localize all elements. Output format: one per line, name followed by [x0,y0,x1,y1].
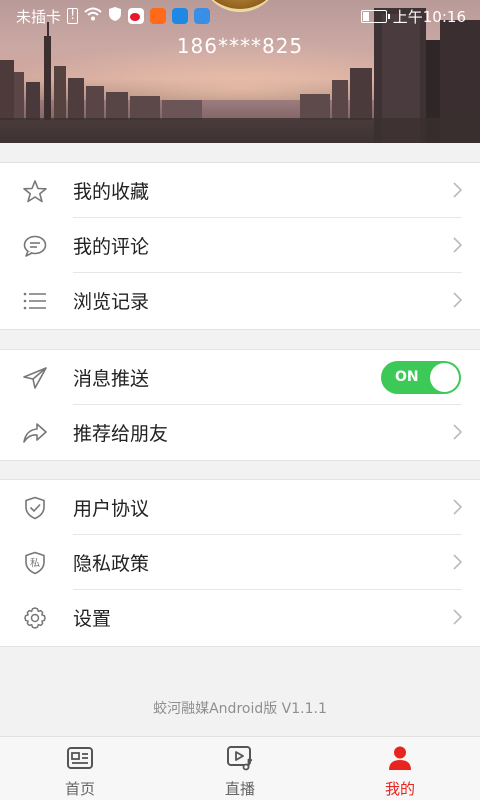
menu-group-notifications: 消息推送 ON 推荐给朋友 [0,349,480,461]
gear-icon [24,607,46,629]
privacy-icon-text: 私 [30,558,40,570]
tab-home[interactable]: 首页 [0,737,160,800]
shield-check-icon [25,496,45,520]
list-icon [23,292,46,310]
cloud-app-icon [194,8,211,24]
toggle-state-text: ON [395,369,419,385]
app-version: 蛟河融媒Android版 V1.1.1 [153,701,327,717]
tab-label: 首页 [64,780,95,798]
app-notification-icon [150,8,167,24]
menu-item-comments[interactable]: 我的评论 [0,218,480,273]
menu-item-label: 我的评论 [73,236,150,258]
menu-item-favorites[interactable]: 我的收藏 [0,163,480,218]
chevron-right-icon [453,424,462,440]
chevron-right-icon [453,237,462,253]
person-icon [389,746,411,770]
menu-group-personal: 我的收藏 我的评论 浏览记录 [0,162,480,330]
chevron-right-icon [453,554,462,570]
shield-status-icon [108,6,122,26]
chevron-right-icon [453,609,462,625]
phone-number: 186****825 [176,34,304,58]
bottom-tab-bar: 首页 直播 我的 [0,736,480,800]
weibo-icon [128,8,145,24]
comment-icon [23,235,47,257]
chevron-right-icon [453,182,462,198]
menu-item-label: 消息推送 [73,368,150,390]
send-icon [23,367,47,389]
menu-item-user-agreement[interactable]: 用户协议 [0,480,480,535]
menu-item-label: 我的收藏 [73,181,150,203]
tab-live[interactable]: 直播 [160,737,320,800]
chevron-right-icon [453,499,462,515]
share-icon [23,423,47,443]
sim-alert-icon: ! [67,8,79,24]
profile-header: 未插卡 ! 上午10:16 186****825 [0,0,480,143]
menu-group-about: 用户协议 私 隐私政策 设置 [0,479,480,647]
status-time: 上午10:16 [392,7,466,26]
battery-icon [360,9,390,23]
menu-item-label: 隐私政策 [73,553,150,575]
video-music-icon [227,746,253,771]
wifi-icon [84,7,102,25]
menu-item-label: 设置 [73,608,112,630]
carrier-text: 未插卡 [16,7,62,26]
news-icon [67,747,93,769]
menu-item-privacy-policy[interactable]: 私 隐私政策 [0,535,480,590]
tab-label: 我的 [384,780,415,798]
menu-item-settings[interactable]: 设置 [0,590,480,645]
menu-item-push: 消息推送 ON [0,350,480,405]
menu-item-label: 用户协议 [73,498,150,520]
status-bar: 未插卡 ! 上午10:16 [0,0,480,32]
tab-label: 直播 [224,780,255,798]
menu-item-label: 浏览记录 [73,291,150,313]
menu-item-history[interactable]: 浏览记录 [0,273,480,328]
privacy-shield-icon: 私 [25,551,45,575]
push-toggle[interactable]: ON [381,361,461,394]
chevron-right-icon [453,292,462,308]
toggle-knob [430,363,459,392]
menu-item-label: 推荐给朋友 [73,423,169,445]
menu-item-recommend[interactable]: 推荐给朋友 [0,405,480,460]
tab-mine[interactable]: 我的 [320,737,480,800]
browser-icon [172,8,189,24]
star-icon [23,180,47,203]
